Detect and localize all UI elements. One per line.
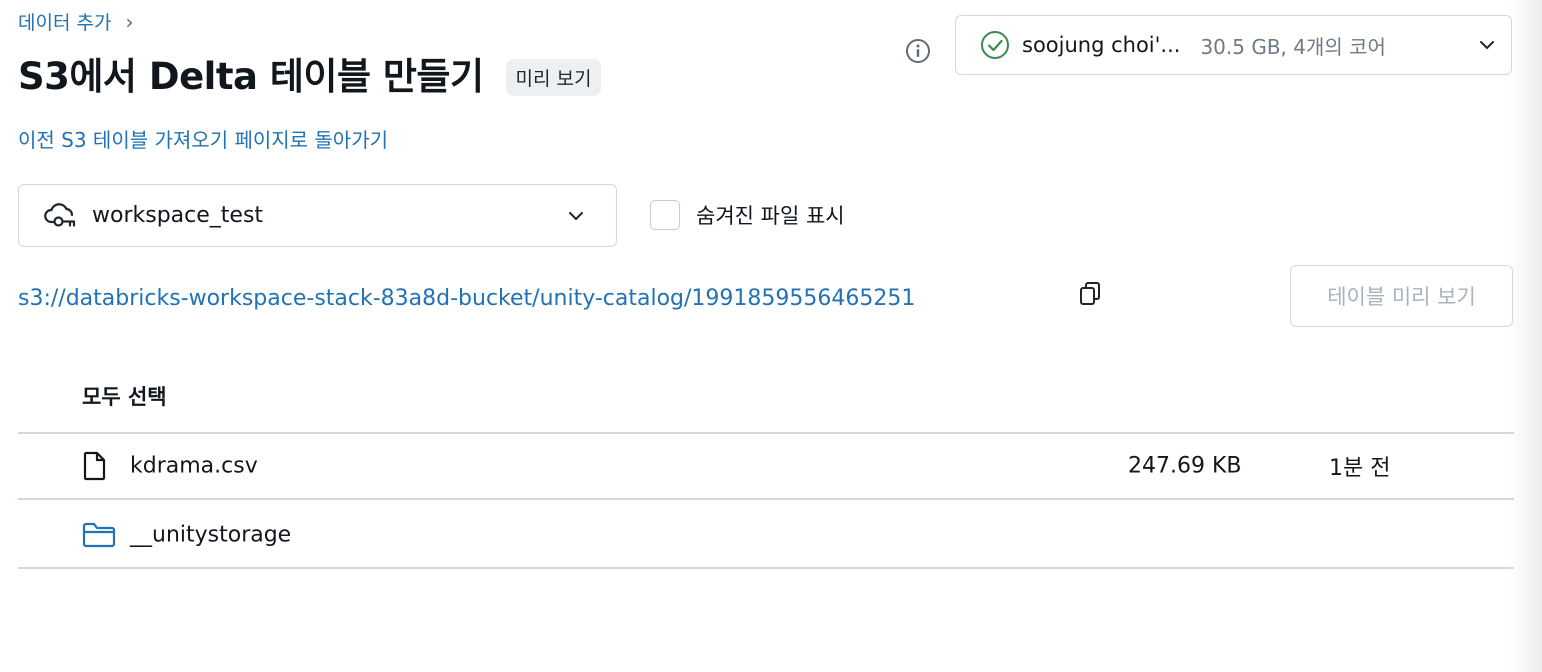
compute-size: 30.5 GB, 4개의 코어 [1200,34,1386,59]
back-to-legacy-import-link[interactable]: 이전 S3 테이블 가져오기 페이지로 돌아가기 [18,124,388,153]
show-hidden-files-checkbox[interactable] [650,200,680,230]
title-row: S3에서 Delta 테이블 만들기 미리 보기 [18,46,602,100]
file-modified: 1분 전 [1329,456,1391,481]
compute-name: soojung choi'... [1022,33,1181,57]
preview-badge: 미리 보기 [505,58,602,96]
external-location-value: workspace_test [92,203,264,228]
breadcrumb[interactable]: 데이터 추가 › [18,8,133,35]
external-location-selector[interactable]: workspace_test [18,184,617,247]
show-hidden-files[interactable]: 숨겨진 파일 표시 [650,200,845,230]
preview-table-button[interactable]: 테이블 미리 보기 [1290,265,1513,327]
chevron-down-icon [569,211,583,220]
page-title: S3에서 Delta 테이블 만들기 [18,55,484,98]
copy-icon[interactable] [1078,281,1102,307]
table-divider [18,498,1514,500]
folder-icon [82,522,116,548]
folder-name: __unitystorage [130,522,292,548]
s3-path-link[interactable]: s3://databricks-workspace-stack-83a8d-bu… [18,286,915,311]
right-edge-shadow [1508,0,1542,672]
breadcrumb-chevron-icon: › [125,9,134,34]
info-icon[interactable] [905,38,931,64]
show-hidden-files-label: 숨겨진 파일 표시 [696,204,845,228]
chevron-down-icon [1480,41,1494,49]
breadcrumb-add-data[interactable]: 데이터 추가 [18,8,111,35]
compute-selector[interactable]: soojung choi'... 30.5 GB, 4개의 코어 [955,15,1512,75]
table-row[interactable]: kdrama.csv 247.69 KB 1분 전 [18,433,1514,499]
select-all-button[interactable]: 모두 선택 [82,381,167,411]
file-name: kdrama.csv [130,453,258,479]
cloud-key-icon [44,202,76,227]
file-size: 247.69 KB [1128,453,1242,479]
file-icon [83,451,106,481]
table-row[interactable]: __unitystorage [18,502,1514,568]
check-circle-icon [981,31,1009,59]
table-divider [18,567,1514,569]
